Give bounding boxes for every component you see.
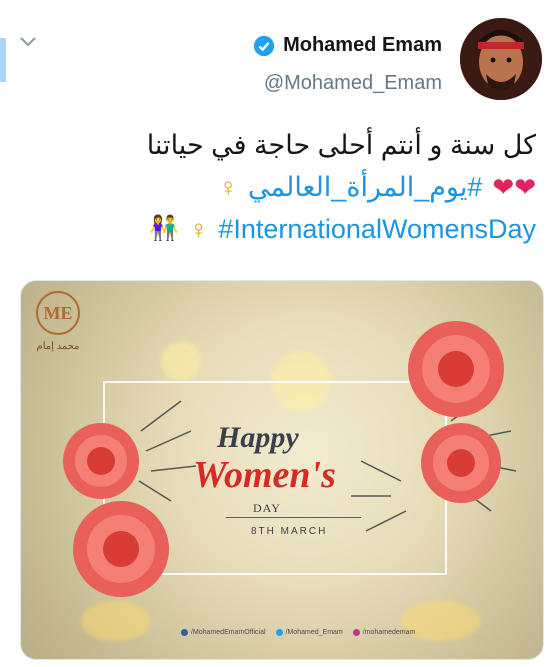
chevron-down-icon[interactable] bbox=[14, 30, 42, 54]
name-row: Mohamed Emam bbox=[253, 34, 442, 57]
display-name[interactable]: Mohamed Emam bbox=[283, 34, 442, 57]
tweet-message: كل سنة و أنتم أحلى حاجة في حياتنا bbox=[146, 130, 536, 160]
tweet-line-2: ❤❤ #يوم_المرأة_العالمي ♀ bbox=[24, 166, 536, 208]
facebook-handle: /MohamedEmamOfficial bbox=[181, 629, 266, 636]
card-title-happy: Happy bbox=[217, 421, 299, 454]
tweet-card: Mohamed Emam @Mohamed_Emam كل سنة و أنتم… bbox=[0, 0, 560, 667]
card-title-womens: Women's bbox=[193, 454, 336, 496]
card-divider bbox=[226, 517, 361, 518]
social-footer: /MohamedEmamOfficial /Mohamed_Emam /moha… bbox=[181, 629, 415, 636]
instagram-icon bbox=[352, 629, 360, 636]
couple-emoji-icon: 👫 bbox=[148, 215, 179, 242]
hashtag-arabic[interactable]: #يوم_المرأة_العالمي bbox=[248, 166, 482, 208]
avatar[interactable] bbox=[460, 18, 542, 100]
tweet-line-1: كل سنة و أنتم أحلى حاجة في حياتنا bbox=[24, 124, 536, 166]
tweet-image[interactable]: ME محمد إمام Happy Women's DAY 8TH MARCH… bbox=[20, 280, 544, 660]
facebook-icon bbox=[181, 629, 188, 636]
twitter-handle: /Mohamed_Emam bbox=[275, 629, 343, 636]
twitter-icon bbox=[275, 629, 283, 636]
user-handle[interactable]: @Mohamed_Emam bbox=[264, 72, 442, 95]
selection-indicator bbox=[0, 38, 6, 82]
hashtag-english[interactable]: #InternationalWomensDay bbox=[218, 208, 536, 250]
tweet-text: كل سنة و أنتم أحلى حاجة في حياتنا ❤❤ #يو… bbox=[24, 124, 536, 250]
card-date: 8TH MARCH bbox=[251, 526, 328, 537]
verified-badge-icon bbox=[253, 35, 275, 56]
female-sign-icon: ♀ bbox=[218, 172, 238, 202]
tweet-line-3: #InternationalWomensDay ♀ 👫 bbox=[24, 208, 536, 250]
card-title-day: DAY bbox=[253, 501, 281, 515]
heart-emoji-icon: ❤❤ bbox=[492, 172, 536, 202]
tweet-header: Mohamed Emam @Mohamed_Emam bbox=[60, 18, 542, 108]
female-sign-icon: ♀ bbox=[188, 214, 209, 244]
instagram-handle: /mohamedemam bbox=[352, 629, 415, 636]
